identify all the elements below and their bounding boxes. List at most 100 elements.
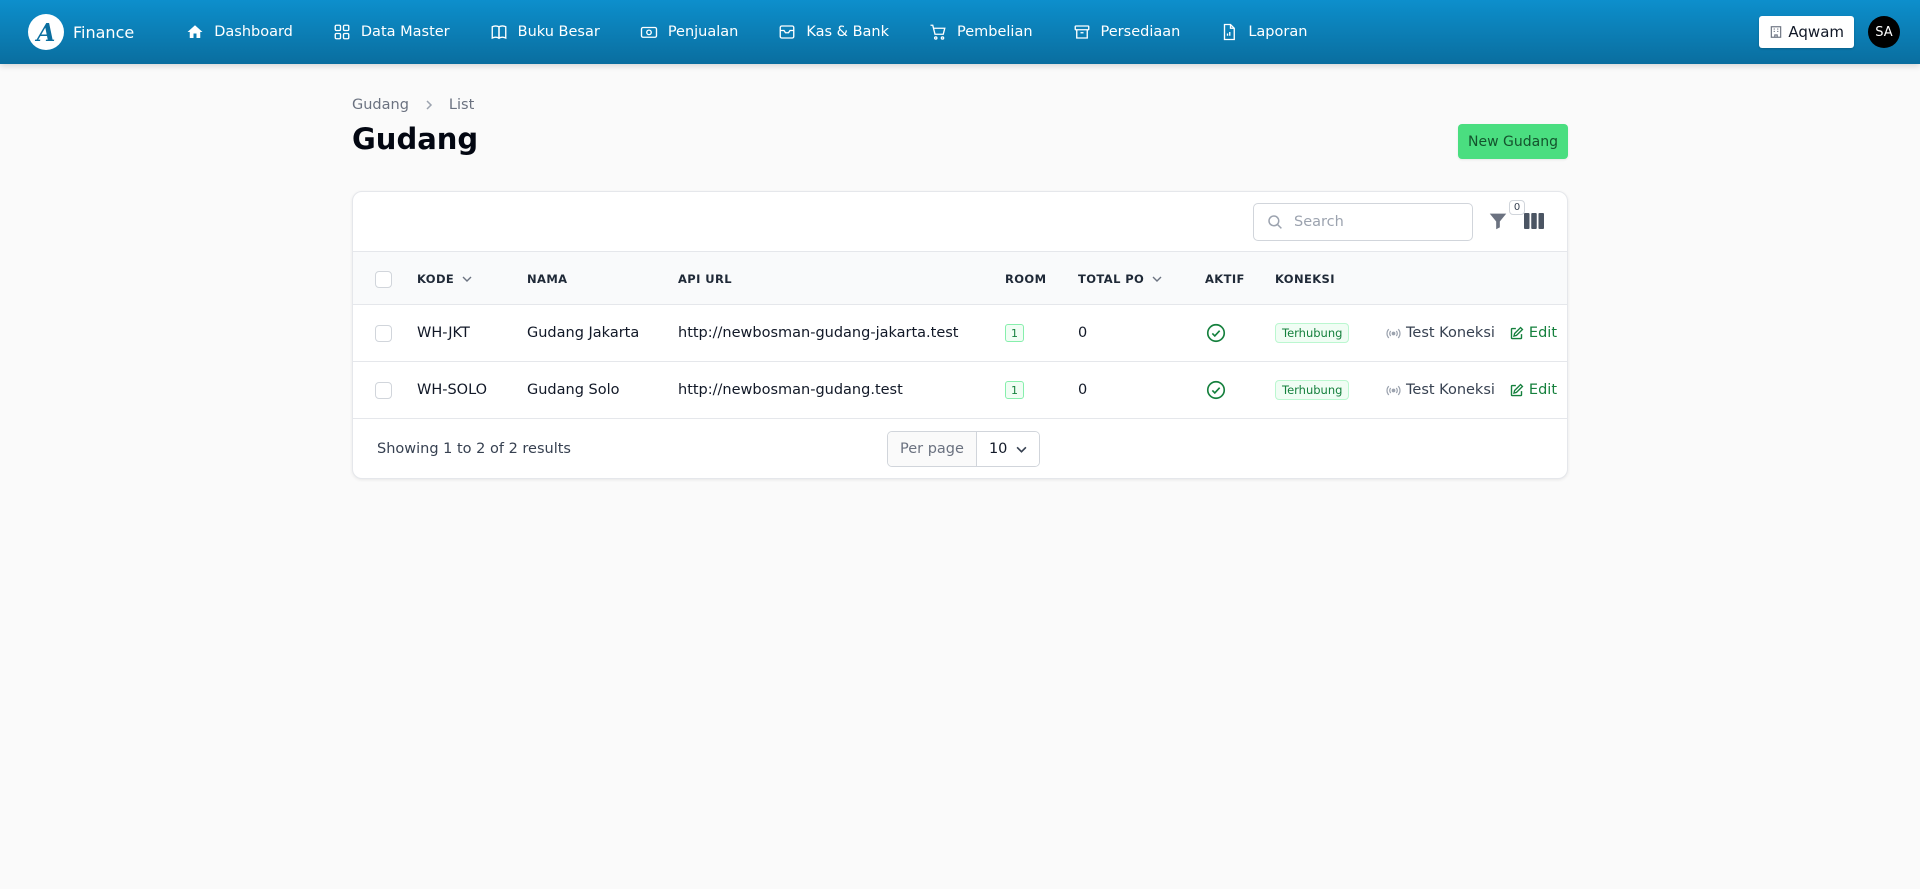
action-label: Edit: [1528, 325, 1558, 341]
user-area: Aqwam SA: [1759, 0, 1920, 64]
user-avatar[interactable]: SA: [1868, 16, 1900, 48]
app-name: Finance: [73, 22, 135, 42]
nav-label: Persediaan: [1100, 24, 1181, 40]
per-page-select[interactable]: 10: [976, 432, 1040, 466]
cell-actions: Test Koneksi Edit: [1386, 305, 1557, 361]
cell-koneksi: Terhubung: [1275, 305, 1350, 361]
column-label: TOTAL PO: [1078, 271, 1145, 286]
table-row: WH-JKT Gudang Jakarta http://newbosman-g…: [353, 305, 1567, 362]
nav-persediaan[interactable]: Persediaan: [1073, 23, 1181, 41]
chevron-down-icon: [462, 276, 472, 282]
filter-icon[interactable]: [1487, 210, 1509, 232]
cart-icon: [930, 24, 946, 40]
column-label: KODE: [417, 271, 455, 286]
grid-icon: [334, 24, 350, 40]
cell-total-po: 0: [1078, 382, 1088, 398]
row-checkbox[interactable]: [375, 382, 392, 399]
nav-label: Dashboard: [214, 24, 293, 40]
column-label: ROOM: [1005, 271, 1047, 286]
archive-icon: [779, 25, 795, 39]
cell-room: 1: [1005, 362, 1024, 418]
building-icon: [1771, 26, 1782, 38]
nav-laporan[interactable]: Laporan: [1220, 23, 1307, 41]
nav-data-master[interactable]: Data Master: [333, 23, 450, 41]
nav-kas-bank[interactable]: Kas & Bank: [778, 23, 889, 41]
signal-icon: [1386, 328, 1401, 338]
box-icon: [1074, 25, 1089, 39]
nav-pembelian[interactable]: Pembelian: [929, 23, 1033, 41]
column-label: AKTIF: [1205, 271, 1245, 286]
cell-kode: WH-SOLO: [417, 382, 488, 398]
cell-api-url: http://newbosman-gudang-jakarta.test: [678, 325, 959, 341]
cell-api-url: http://newbosman-gudang.test: [678, 382, 903, 398]
chevron-down-icon: [1152, 276, 1162, 282]
column-label: API URL: [678, 271, 732, 286]
row-checkbox[interactable]: [375, 325, 392, 342]
table-row: WH-SOLO Gudang Solo http://newbosman-gud…: [353, 362, 1567, 419]
breadcrumb-item-list: List: [448, 97, 475, 113]
cash-icon: [640, 26, 657, 38]
nav-buku-besar[interactable]: Buku Besar: [490, 23, 600, 41]
room-badge: 1: [1005, 324, 1024, 342]
check-circle-icon: [1206, 380, 1226, 400]
document-icon: [1224, 23, 1236, 41]
test-koneksi-button[interactable]: Test Koneksi: [1386, 325, 1495, 341]
table-header: KODE NAMA API URL ROOM TOTAL PO AKTIF KO…: [353, 252, 1567, 305]
book-icon: [491, 25, 507, 40]
cell-aktif: [1205, 305, 1227, 361]
main-nav: Dashboard Data Master Buku Besar Penjual…: [186, 0, 1347, 64]
column-label: KONEKSI: [1275, 271, 1335, 286]
test-koneksi-button[interactable]: Test Koneksi: [1386, 382, 1495, 398]
breadcrumb: Gudang List: [352, 97, 474, 113]
search-icon: [1268, 215, 1282, 229]
search-input[interactable]: [1294, 214, 1454, 230]
chevron-down-icon: [1016, 446, 1027, 453]
cell-nama: Gudang Jakarta: [527, 325, 640, 341]
status-badge: Terhubung: [1275, 380, 1350, 400]
nav-penjualan[interactable]: Penjualan: [640, 23, 738, 41]
cell-actions: Test Koneksi Edit: [1386, 362, 1557, 418]
edit-icon: [1510, 383, 1524, 396]
column-label: NAMA: [527, 271, 568, 286]
cell-nama: Gudang Solo: [527, 382, 620, 398]
tenant-name: Aqwam: [1788, 23, 1844, 41]
edit-button[interactable]: Edit: [1509, 325, 1557, 341]
search-box[interactable]: [1253, 203, 1473, 241]
check-circle-icon: [1206, 323, 1226, 343]
cell-koneksi: Terhubung: [1275, 362, 1350, 418]
cell-kode: WH-JKT: [417, 325, 470, 341]
cell-aktif: [1205, 362, 1227, 418]
cell-room: 1: [1005, 305, 1024, 361]
page-title: Gudang: [352, 122, 479, 156]
table-card: 0 KODE NAMA API URL ROOM TOTAL PO AKTIF …: [352, 191, 1568, 479]
room-badge: 1: [1005, 381, 1024, 399]
column-header-nama: NAMA: [527, 252, 567, 305]
status-badge: Terhubung: [1275, 323, 1350, 343]
nav-label: Buku Besar: [517, 24, 600, 40]
app-logo: A: [28, 14, 64, 50]
home-icon: [187, 25, 203, 38]
column-header-koneksi: KONEKSI: [1275, 252, 1335, 305]
action-label: Test Koneksi: [1406, 325, 1495, 341]
nav-label: Laporan: [1248, 24, 1308, 40]
select-all-checkbox[interactable]: [375, 271, 392, 288]
brand[interactable]: A Finance: [28, 0, 134, 64]
new-gudang-button[interactable]: New Gudang: [1458, 124, 1568, 159]
breadcrumb-item-gudang[interactable]: Gudang: [352, 97, 409, 113]
table-toolbar: 0: [353, 192, 1567, 252]
columns-icon[interactable]: [1523, 211, 1545, 231]
nav-dashboard[interactable]: Dashboard: [186, 23, 293, 41]
edit-icon: [1510, 326, 1524, 339]
edit-button[interactable]: Edit: [1509, 382, 1557, 398]
tenant-switcher-button[interactable]: Aqwam: [1759, 16, 1854, 48]
column-header-aktif: AKTIF: [1205, 252, 1245, 305]
column-header-total-po[interactable]: TOTAL PO: [1078, 252, 1162, 305]
table-footer: Showing 1 to 2 of 2 results Per page 10: [353, 419, 1567, 478]
column-header-room: ROOM: [1005, 252, 1046, 305]
results-summary: Showing 1 to 2 of 2 results: [377, 441, 571, 457]
per-page-label: Per page: [888, 432, 977, 466]
column-header-api-url: API URL: [678, 252, 732, 305]
column-header-kode[interactable]: KODE: [417, 252, 472, 305]
per-page-control: Per page 10: [887, 431, 1041, 467]
cell-total-po: 0: [1078, 325, 1088, 341]
